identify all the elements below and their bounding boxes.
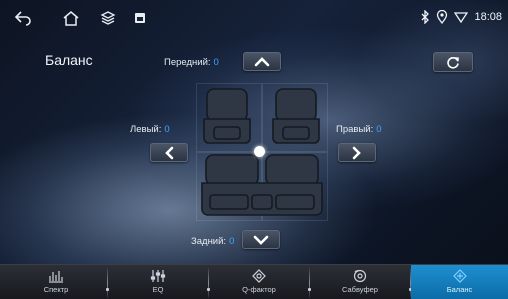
- rear-value: 0: [229, 236, 235, 247]
- home-icon[interactable]: [62, 9, 80, 27]
- tab-label: Спектр: [43, 285, 69, 294]
- layers-icon[interactable]: [99, 9, 117, 27]
- refresh-icon: [447, 56, 459, 69]
- left-value: 0: [164, 124, 170, 135]
- q-factor-icon: [252, 269, 266, 283]
- tab-eq[interactable]: EQ: [108, 265, 208, 299]
- front-up-button[interactable]: [243, 52, 281, 71]
- app-window: 18:08 Баланс Передний: 0 Левый: 0 Правый: 0…: [0, 0, 508, 299]
- chevron-up-icon: [254, 56, 270, 66]
- tab-label: Сабвуфер: [342, 285, 378, 294]
- reset-button[interactable]: [433, 52, 473, 72]
- clock-time: 18:08: [474, 11, 502, 23]
- balance-icon: [452, 269, 467, 283]
- tab-label: EQ: [152, 285, 164, 294]
- balance-position-marker[interactable]: [254, 146, 265, 157]
- rear-balance-readout: Задний: 0: [191, 236, 234, 247]
- chevron-right-icon: [352, 146, 361, 159]
- tab-q-factor[interactable]: Q-фактор: [209, 265, 309, 299]
- front-label: Передний:: [164, 57, 211, 68]
- location-icon: [436, 10, 448, 24]
- equalizer-icon: [150, 270, 166, 282]
- page-title: Баланс: [45, 52, 93, 68]
- back-icon[interactable]: [14, 9, 32, 27]
- rear-down-button[interactable]: [242, 230, 280, 249]
- left-balance-readout: Левый: 0: [130, 124, 170, 135]
- rear-label: Задний:: [191, 236, 227, 247]
- chevron-down-icon: [253, 235, 269, 245]
- bottom-tab-bar: Спектр EQ Q-фактор Сабвуфер Баланс: [0, 264, 508, 299]
- subwoofer-icon: [353, 269, 367, 283]
- chevron-left-icon: [165, 146, 174, 159]
- bluetooth-icon: [420, 10, 430, 24]
- tab-subwoofer[interactable]: Сабвуфер: [310, 265, 410, 299]
- spectrum-icon: [49, 271, 63, 283]
- tab-label: Баланс: [446, 285, 473, 294]
- tab-label: Q-фактор: [242, 285, 276, 294]
- right-balance-readout: Правый: 0: [336, 124, 382, 135]
- right-value: 0: [376, 124, 382, 135]
- tab-balance[interactable]: Баланс: [411, 265, 508, 299]
- tab-spectrum[interactable]: Спектр: [6, 265, 106, 299]
- front-balance-readout: Передний: 0: [164, 57, 219, 68]
- wifi-icon: [454, 11, 469, 23]
- gallery-icon: [131, 9, 149, 27]
- front-value: 0: [213, 57, 219, 68]
- status-bar: 18:08: [0, 0, 508, 36]
- right-button[interactable]: [338, 143, 376, 162]
- left-button[interactable]: [150, 143, 188, 162]
- left-label: Левый:: [130, 124, 162, 135]
- right-label: Правый:: [336, 124, 374, 135]
